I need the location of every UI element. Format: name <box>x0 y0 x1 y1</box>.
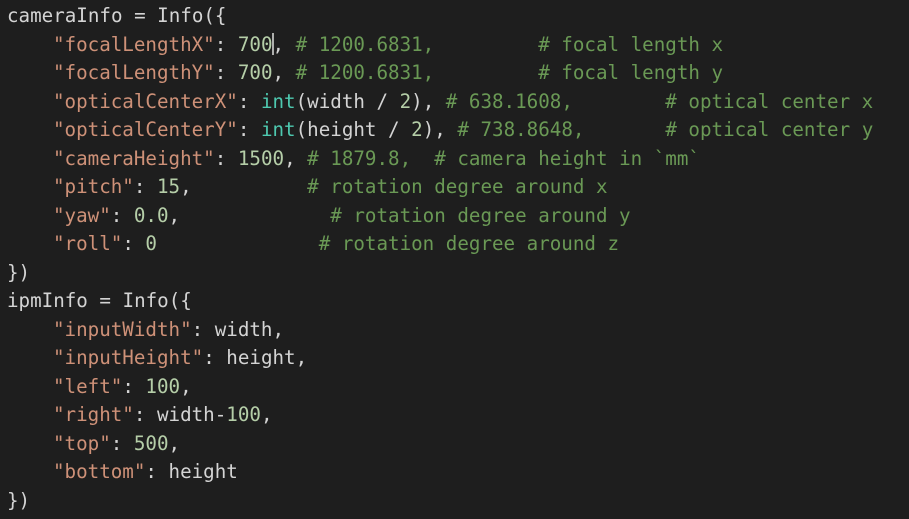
code-token: # optical center x <box>665 89 874 113</box>
code-token: }) <box>7 488 31 512</box>
code-line[interactable]: ipmInfo = Info({ <box>7 287 873 316</box>
code-token: 700 <box>237 32 273 56</box>
code-token: : <box>122 232 146 255</box>
code-token: # focal length y <box>538 61 724 84</box>
code-token: , <box>284 146 308 170</box>
code-line[interactable]: "opticalCenterX": int(width / 2), # 638.… <box>7 88 873 117</box>
code-token: "opticalCenterX" <box>53 89 238 113</box>
code-line[interactable]: "top": 500, <box>7 430 873 459</box>
code-token: (width / <box>295 89 400 113</box>
code-line[interactable]: "opticalCenterY": int(height / 2), # 738… <box>7 116 873 145</box>
code-line[interactable]: "focalLengthY": 700, # 1200.6831, # foca… <box>7 59 873 88</box>
code-token: : width, <box>191 317 285 341</box>
code-token: : <box>133 175 157 198</box>
code-token: "right" <box>53 403 134 426</box>
code-token: "inputHeight" <box>53 346 204 369</box>
code-token: : <box>237 118 261 141</box>
code-token: # rotation degree around x <box>307 175 608 198</box>
code-line[interactable]: "right": width-100, <box>7 401 873 430</box>
code-token: : <box>237 89 261 113</box>
code-token: # 1200.6831, <box>295 61 435 84</box>
code-token: ), <box>422 118 458 141</box>
code-token: # optical center y <box>665 118 874 141</box>
code-token: 1500 <box>237 146 285 170</box>
code-token: : <box>214 32 238 56</box>
code-token: ipmInfo = Info({ <box>7 289 192 312</box>
code-line[interactable]: "cameraHeight": 1500, # 1879.8, # camera… <box>7 145 873 174</box>
code-token: , <box>260 403 273 426</box>
code-token: "roll" <box>53 232 123 255</box>
code-token: : height, <box>203 346 308 369</box>
code-token: , <box>168 203 331 227</box>
code-token: : <box>122 374 146 398</box>
code-line[interactable]: "inputHeight": height, <box>7 344 873 373</box>
code-line[interactable]: }) <box>7 259 873 288</box>
code-token: "opticalCenterY" <box>53 118 238 141</box>
code-token: 0 <box>145 232 157 255</box>
code-token: "focalLengthX" <box>53 32 215 56</box>
text-cursor <box>271 33 274 55</box>
code-token: "left" <box>53 374 123 398</box>
code-token: "focalLengthY" <box>53 61 215 84</box>
code-token: 700 <box>237 61 273 84</box>
code-token: "cameraHeight" <box>53 146 215 170</box>
code-token: "bottom" <box>53 460 146 483</box>
code-line[interactable]: "yaw": 0.0, # rotation degree around y <box>7 202 873 231</box>
code-line[interactable]: "left": 100, <box>7 373 873 402</box>
code-token: , <box>272 32 296 56</box>
code-token: : <box>214 146 238 170</box>
code-token: , <box>180 175 308 198</box>
code-token: int <box>260 118 296 141</box>
code-token: 2 <box>399 89 412 113</box>
code-line[interactable]: "bottom": height <box>7 458 873 487</box>
code-token: # 1200.6831, <box>295 32 435 56</box>
code-token: : width- <box>133 403 227 426</box>
code-line[interactable]: "roll": 0 # rotation degree around z <box>7 230 873 259</box>
code-token: # focal length x <box>538 32 724 56</box>
code-token: cameraInfo = Info({ <box>7 4 227 27</box>
code-token: , <box>168 431 181 455</box>
code-token: int <box>260 89 296 113</box>
code-token: # 638.1608, <box>445 89 573 113</box>
code-token: 2 <box>411 118 423 141</box>
code-token: }) <box>7 260 31 284</box>
code-token: : <box>110 431 134 455</box>
code-token: : <box>214 61 238 84</box>
code-line[interactable]: }) <box>7 487 873 516</box>
code-line[interactable]: "pitch": 15, # rotation degree around x <box>7 173 873 202</box>
code-token: "pitch" <box>53 175 134 198</box>
code-token: , <box>272 61 296 84</box>
code-line[interactable]: cameraInfo = Info({ <box>7 2 873 31</box>
code-editor[interactable]: cameraInfo = Info({ "focalLengthX": 700, … <box>0 0 909 519</box>
code-token: # rotation degree around y <box>330 203 631 227</box>
code-area[interactable]: cameraInfo = Info({ "focalLengthX": 700, … <box>7 2 873 515</box>
code-token: 15 <box>156 175 181 198</box>
code-token: ), <box>411 89 446 113</box>
code-line[interactable]: "focalLengthX": 700, # 1200.6831, # foca… <box>7 31 873 60</box>
code-line[interactable]: "inputWidth": width, <box>7 316 873 345</box>
code-token: 0.0 <box>133 203 169 227</box>
code-token: # rotation degree around z <box>318 232 620 255</box>
code-token: 100 <box>145 374 181 398</box>
code-token: "top" <box>53 431 111 455</box>
code-token: , <box>180 374 192 398</box>
code-token: : height <box>145 460 238 483</box>
code-token: (height / <box>295 118 412 141</box>
code-token: "yaw" <box>53 203 111 227</box>
code-token: 100 <box>226 403 261 426</box>
code-token: # 1879.8, # camera height in `mm` <box>307 146 700 170</box>
code-token: 500 <box>133 431 169 455</box>
code-token: : <box>110 203 134 227</box>
code-token: # 738.8648, <box>457 118 585 141</box>
code-token: "inputWidth" <box>53 317 192 341</box>
